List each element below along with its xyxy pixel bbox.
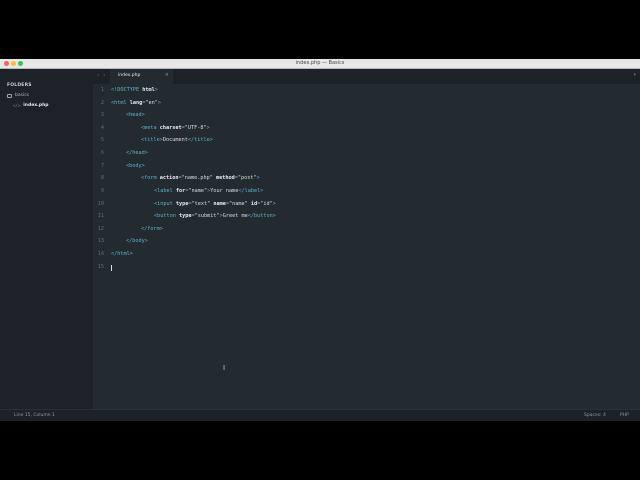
code-line: </head> <box>126 150 148 156</box>
code-line: </form> <box>141 226 163 232</box>
title-bar: index.php — Basics <box>0 59 640 69</box>
tab-dropdown-icon[interactable]: ▾ <box>633 72 636 78</box>
sidebar-folder-basics[interactable]: basics <box>7 92 29 99</box>
code-line: <input type="text" name="name" id="id"> <box>154 201 276 207</box>
text-cursor <box>111 265 112 271</box>
code-line: <html lang="en"> <box>111 100 161 106</box>
code-line: <label for="name">Your name</label> <box>154 188 264 194</box>
line-number: 14 <box>97 251 104 257</box>
indentation-setting[interactable]: Spaces: 4 <box>584 413 606 418</box>
code-line: </html> <box>111 251 133 257</box>
close-tab-icon[interactable]: × <box>165 72 169 78</box>
sidebar: FOLDERS basics </> index.php <box>0 69 93 409</box>
line-number: 6 <box>100 150 104 156</box>
sidebar-file-index-php[interactable]: </> index.php <box>13 102 49 109</box>
line-number: 2 <box>100 100 104 106</box>
line-number: 8 <box>100 175 104 181</box>
code-line: <!DOCTYPE html> <box>111 87 158 93</box>
tab-nav-left-icon[interactable]: ‹ <box>97 72 99 79</box>
line-number: 5 <box>100 137 104 143</box>
mouse-ibeam-icon: I <box>223 364 226 372</box>
cursor-position: Line 15, Column 1 <box>14 413 55 418</box>
syntax-mode[interactable]: PHP <box>620 413 629 418</box>
code-line: <meta charset="UTF-8"> <box>141 125 210 131</box>
status-bar: Line 15, Column 1 Spaces: 4 PHP <box>0 409 640 421</box>
code-editor[interactable]: 1 2 3 4 5 6 7 8 9 10 11 12 13 14 15 <!DO… <box>93 84 640 409</box>
line-number: 4 <box>100 125 104 131</box>
code-line: <button type="submit">Greet me</button> <box>154 213 276 219</box>
line-number: 3 <box>100 112 104 118</box>
tab-bar: ‹ › index.php × ▾ <box>93 69 640 84</box>
line-number: 10 <box>97 201 104 207</box>
window-title: index.php — Basics <box>295 60 345 66</box>
folders-heading: FOLDERS <box>7 83 32 88</box>
tab-index-php[interactable]: index.php × <box>110 69 173 84</box>
line-number: 7 <box>100 163 104 169</box>
folder-icon <box>7 93 12 98</box>
editor-window: index.php — Basics FOLDERS basics </> in… <box>0 59 640 421</box>
line-number: 13 <box>97 238 104 244</box>
code-line: <head> <box>126 112 145 118</box>
code-line: </body> <box>126 238 148 244</box>
line-number: 12 <box>97 226 104 232</box>
code-line: <body> <box>126 163 145 169</box>
code-line: <form action="name.php" method="post"> <box>141 175 260 181</box>
line-number: 15 <box>97 264 104 270</box>
line-number: 11 <box>97 213 104 219</box>
tab-label: index.php <box>118 73 141 78</box>
folder-name: basics <box>15 93 30 98</box>
code-line: <title>Document</title> <box>141 137 213 143</box>
tab-nav-right-icon[interactable]: › <box>103 72 105 79</box>
line-number: 9 <box>100 188 104 194</box>
file-code-icon: </> <box>13 103 21 108</box>
file-name: index.php <box>23 103 49 108</box>
line-number: 1 <box>100 87 104 93</box>
